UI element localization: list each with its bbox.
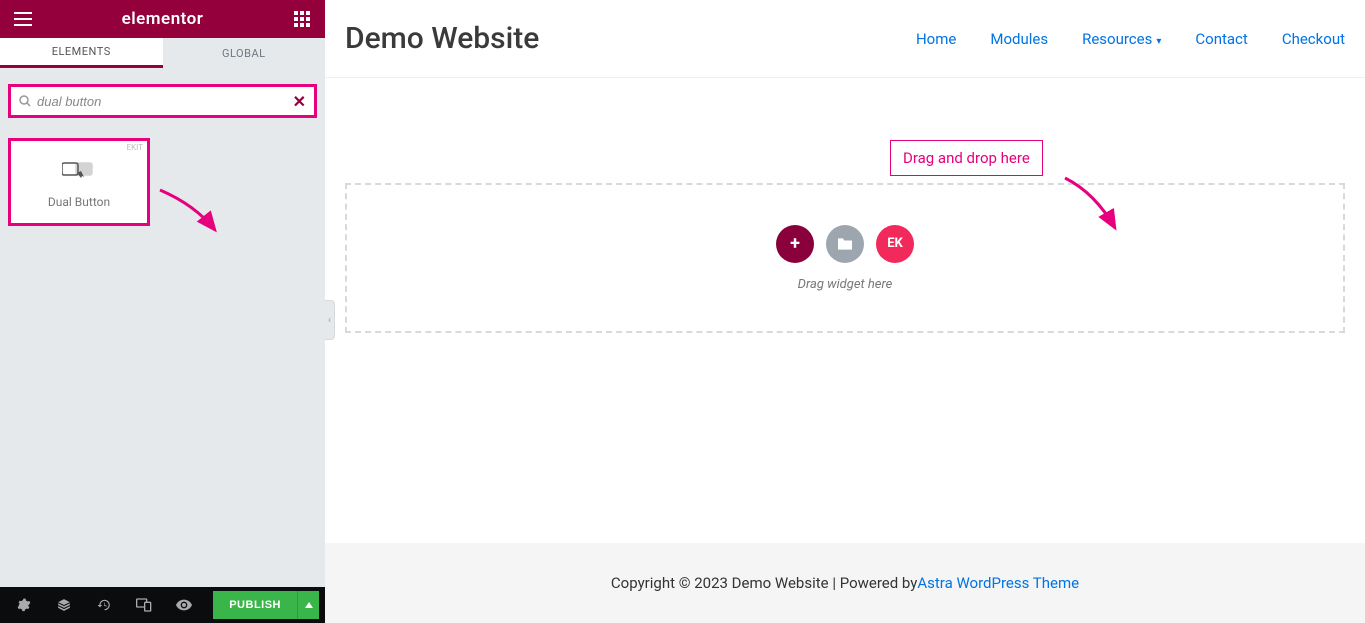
nav-modules[interactable]: Modules — [990, 30, 1048, 48]
nav-checkout[interactable]: Checkout — [1282, 30, 1345, 48]
footer-theme-link[interactable]: Astra WordPress Theme — [917, 574, 1079, 592]
drop-buttons: + EK — [776, 225, 914, 263]
site-nav: Home Modules Resources▾ Contact Checkout — [916, 30, 1345, 48]
site-title: Demo Website — [345, 21, 539, 56]
panel-body: ✕ EKIT Dual Button — [0, 68, 325, 587]
dual-button-icon — [19, 159, 139, 185]
add-section-button[interactable]: + — [776, 225, 814, 263]
history-icon[interactable] — [86, 591, 122, 619]
panel-footer: PUBLISH — [0, 587, 325, 623]
annotation-callout: Drag and drop here — [890, 140, 1043, 176]
plus-icon: + — [790, 233, 800, 254]
widget-badge: EKIT — [123, 141, 147, 154]
panel-tabs: ELEMENTS GLOBAL — [0, 38, 325, 68]
widget-dual-button[interactable]: EKIT Dual Button — [8, 138, 150, 226]
publish-button[interactable]: PUBLISH — [213, 591, 297, 619]
elementskit-button[interactable]: EK — [876, 225, 914, 263]
widget-label: Dual Button — [19, 195, 139, 209]
ek-icon: EK — [887, 236, 903, 251]
chevron-down-icon: ▾ — [1156, 36, 1161, 47]
settings-icon[interactable] — [6, 591, 42, 619]
preview-area: Demo Website Home Modules Resources▾ Con… — [325, 0, 1365, 623]
nav-resources[interactable]: Resources▾ — [1082, 30, 1161, 48]
navigator-icon[interactable] — [46, 591, 82, 619]
responsive-icon[interactable] — [126, 591, 162, 619]
editor-canvas[interactable]: Drag and drop here + EK Drag widget here — [325, 78, 1365, 543]
nav-contact[interactable]: Contact — [1195, 30, 1247, 48]
folder-icon — [836, 237, 854, 251]
search-input[interactable] — [37, 94, 293, 109]
panel-header: elementor — [0, 0, 325, 38]
drop-hint: Drag widget here — [798, 277, 893, 292]
elementor-logo: elementor — [122, 9, 204, 29]
publish-group: PUBLISH — [213, 591, 319, 619]
publish-options-button[interactable] — [297, 591, 319, 619]
site-header: Demo Website Home Modules Resources▾ Con… — [325, 0, 1365, 78]
widget-search: ✕ — [8, 84, 317, 118]
menu-icon[interactable] — [12, 8, 34, 30]
tab-global[interactable]: GLOBAL — [163, 38, 326, 68]
footer-text: Copyright © 2023 Demo Website | Powered … — [611, 574, 917, 592]
clear-search-icon[interactable]: ✕ — [293, 92, 306, 111]
apps-icon[interactable] — [291, 8, 313, 30]
site-footer: Copyright © 2023 Demo Website | Powered … — [325, 543, 1365, 623]
tab-elements[interactable]: ELEMENTS — [0, 38, 163, 68]
elementor-panel: elementor ELEMENTS GLOBAL ✕ EKIT — [0, 0, 325, 623]
add-template-button[interactable] — [826, 225, 864, 263]
drop-section[interactable]: + EK Drag widget here — [345, 183, 1345, 333]
nav-home[interactable]: Home — [916, 30, 956, 48]
search-icon — [19, 92, 31, 111]
preview-icon[interactable] — [166, 591, 202, 619]
